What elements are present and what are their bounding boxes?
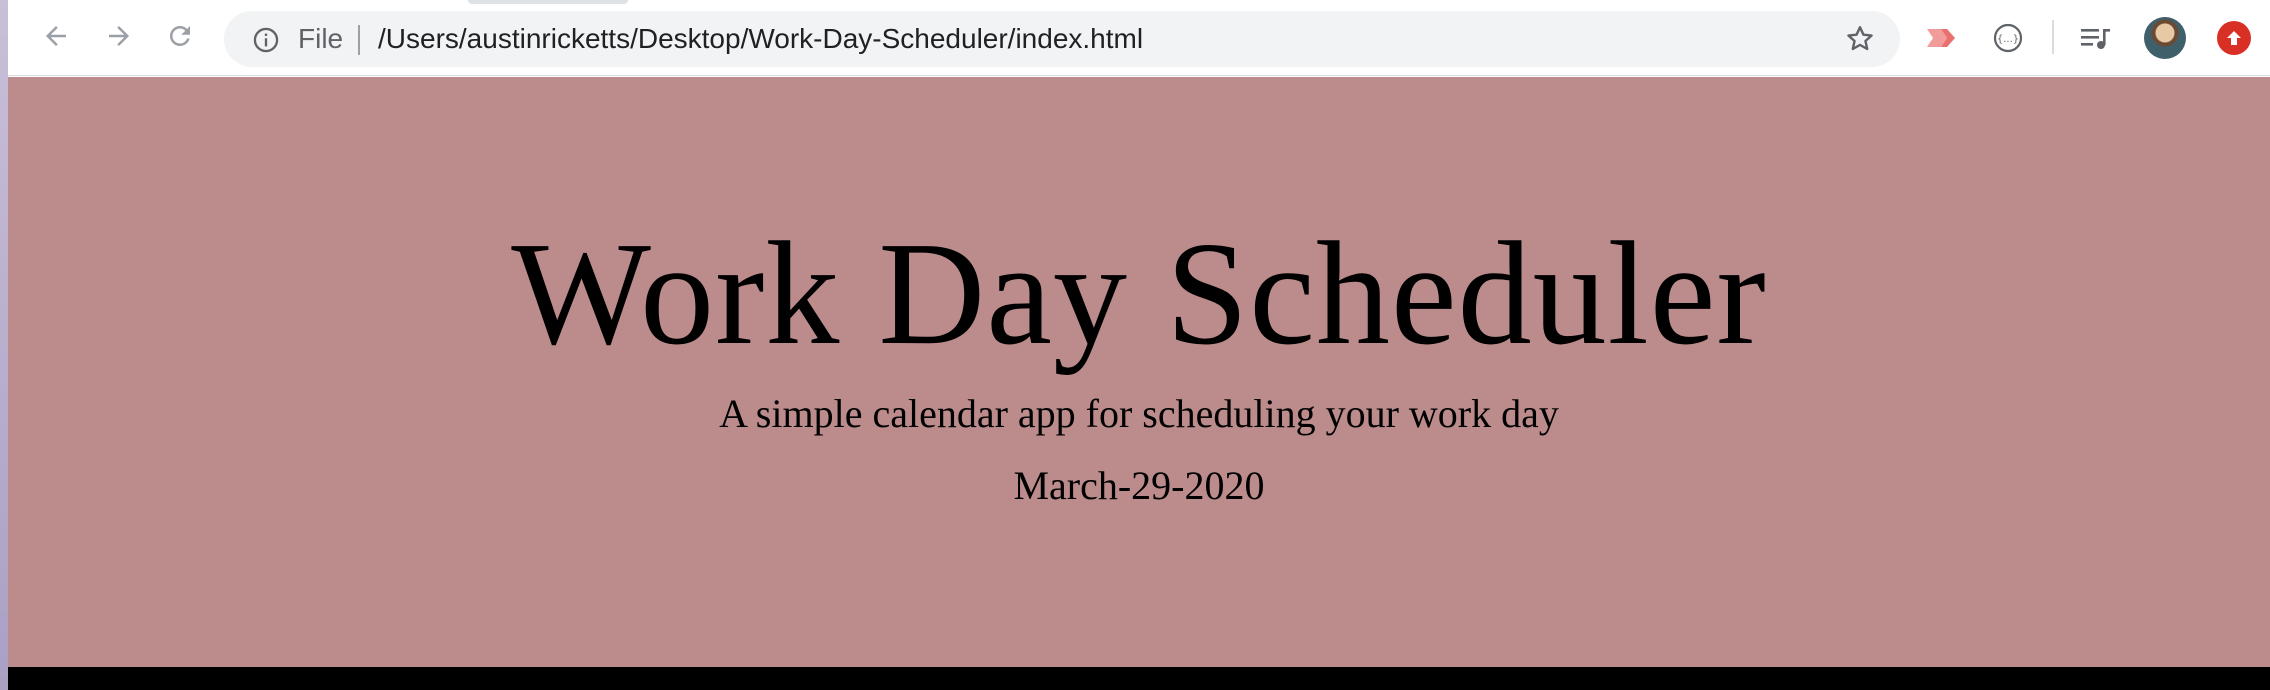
url-text[interactable]: /Users/austinricketts/Desktop/Work-Day-S… xyxy=(378,11,1143,67)
json-extension-icon: {...} xyxy=(1992,22,2024,54)
desktop-edge xyxy=(0,0,8,690)
update-icon xyxy=(2224,28,2244,48)
profile-avatar[interactable] xyxy=(2144,17,2186,59)
reload-icon xyxy=(165,21,195,51)
browser-toolbar: File /Users/austinricketts/Desktop/Work-… xyxy=(8,0,2270,76)
back-icon xyxy=(41,21,71,51)
cast-extension-icon xyxy=(1924,23,1960,53)
update-button[interactable] xyxy=(2217,21,2251,55)
jumbotron-header: Work Day Scheduler A simple calendar app… xyxy=(8,77,2270,667)
cast-extension-button[interactable] xyxy=(1922,18,1962,58)
page-subtitle: A simple calendar app for scheduling you… xyxy=(719,391,1559,436)
url-scheme-label: File xyxy=(298,23,344,54)
reload-button[interactable] xyxy=(160,16,200,56)
toolbar-divider xyxy=(2052,20,2054,54)
media-controls-icon xyxy=(2079,23,2113,53)
page-title: Work Day Scheduler xyxy=(511,212,1767,376)
media-controls-button[interactable] xyxy=(2076,18,2116,58)
bottom-border xyxy=(8,667,2270,690)
json-extension-button[interactable]: {...} xyxy=(1988,18,2028,58)
address-bar[interactable]: File /Users/austinricketts/Desktop/Work-… xyxy=(224,11,1900,67)
back-button[interactable] xyxy=(36,16,76,56)
star-icon[interactable] xyxy=(1844,23,1876,55)
forward-button[interactable] xyxy=(99,16,139,56)
url-divider xyxy=(358,25,360,55)
svg-text:{...}: {...} xyxy=(1997,34,2019,45)
tab-strip xyxy=(468,0,628,4)
forward-icon xyxy=(104,21,134,51)
current-day: March-29-2020 xyxy=(1013,463,1265,508)
info-icon[interactable] xyxy=(252,26,280,54)
